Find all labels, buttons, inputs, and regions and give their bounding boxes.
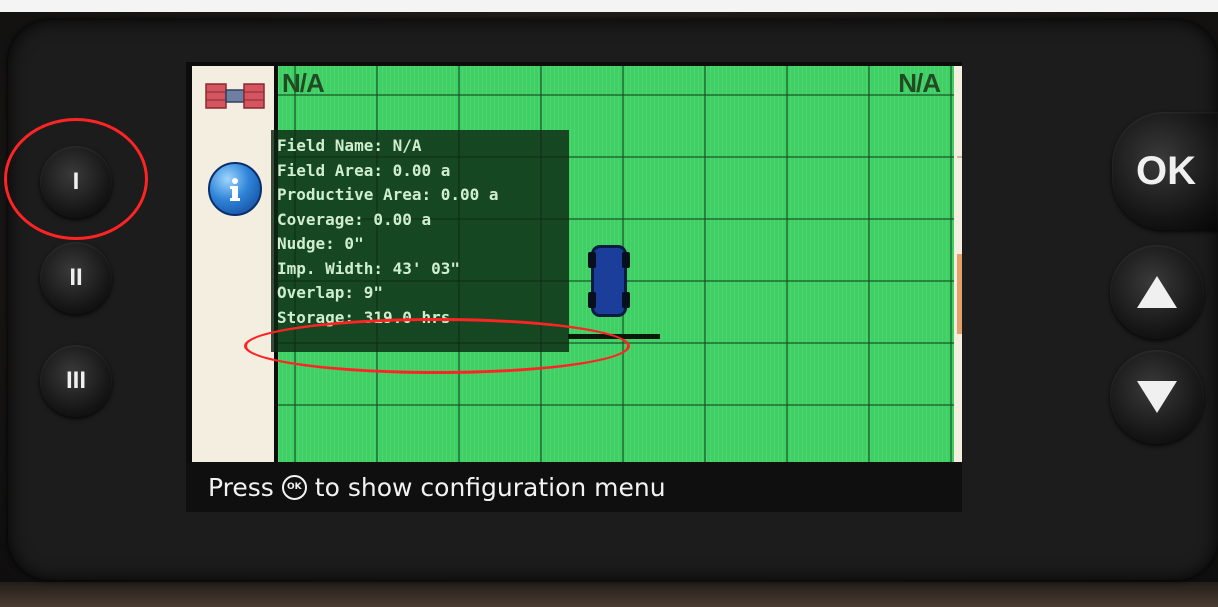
map-label-left: N/A	[282, 68, 325, 98]
mode-button-i-label: I	[72, 168, 80, 195]
tractor-wheel	[588, 292, 596, 308]
overlap-line: Overlap: 9"	[277, 283, 383, 302]
photo-edge	[0, 0, 1218, 12]
mode-button-ii-label: II	[69, 264, 83, 291]
nudge-line: Nudge: 0"	[277, 234, 364, 253]
productive-area-line: Productive Area: 0.00 a	[277, 185, 499, 204]
ok-button-label: OK	[1136, 148, 1196, 193]
up-arrow-icon	[1137, 276, 1177, 308]
field-area-line: Field Area: 0.00 a	[277, 160, 451, 180]
mode-button-iii[interactable]: III	[40, 345, 112, 417]
tractor-wheel	[588, 252, 596, 268]
status-suffix: to show configuration menu	[314, 472, 666, 502]
implement-bar	[568, 334, 660, 339]
lcd-screen: N/A N/A Field Name: N/A Field Area: 0.00…	[186, 62, 962, 512]
mode-button-iii-label: III	[65, 367, 86, 394]
ok-button[interactable]: OK	[1112, 112, 1218, 230]
up-button[interactable]	[1110, 245, 1204, 339]
settings-selected-cell	[957, 254, 962, 334]
coverage-line: Coverage: 0.00 a	[277, 209, 432, 229]
toolbar-divider	[957, 156, 962, 158]
storage-line: Storage: 319.0 hrs	[277, 307, 451, 327]
mode-button-ii[interactable]: II	[40, 242, 112, 314]
down-button[interactable]	[1110, 350, 1204, 444]
down-arrow-icon	[1137, 381, 1177, 413]
info-button[interactable]	[208, 162, 262, 216]
tractor-icon	[588, 248, 630, 314]
right-toolbar	[954, 66, 962, 462]
info-icon	[230, 178, 240, 201]
map-label-right: N/A	[898, 68, 941, 98]
field-info-panel: Field Name: N/A Field Area: 0.00 a Produ…	[271, 130, 569, 352]
mode-button-i[interactable]: I	[40, 146, 112, 218]
ok-glyph-icon: OK	[281, 474, 307, 500]
satellite-icon[interactable]	[204, 78, 266, 114]
desk-surface	[0, 582, 1218, 607]
field-name-line: Field Name: N/A	[277, 136, 422, 155]
tractor-wheel	[622, 252, 630, 268]
status-prefix: Press	[208, 472, 274, 502]
implement-width-line: Imp. Width: 43' 03"	[277, 258, 461, 278]
left-toolbar	[192, 66, 274, 462]
status-bar: Press OK to show configuration menu	[186, 462, 962, 512]
tractor-wheel	[622, 292, 630, 308]
